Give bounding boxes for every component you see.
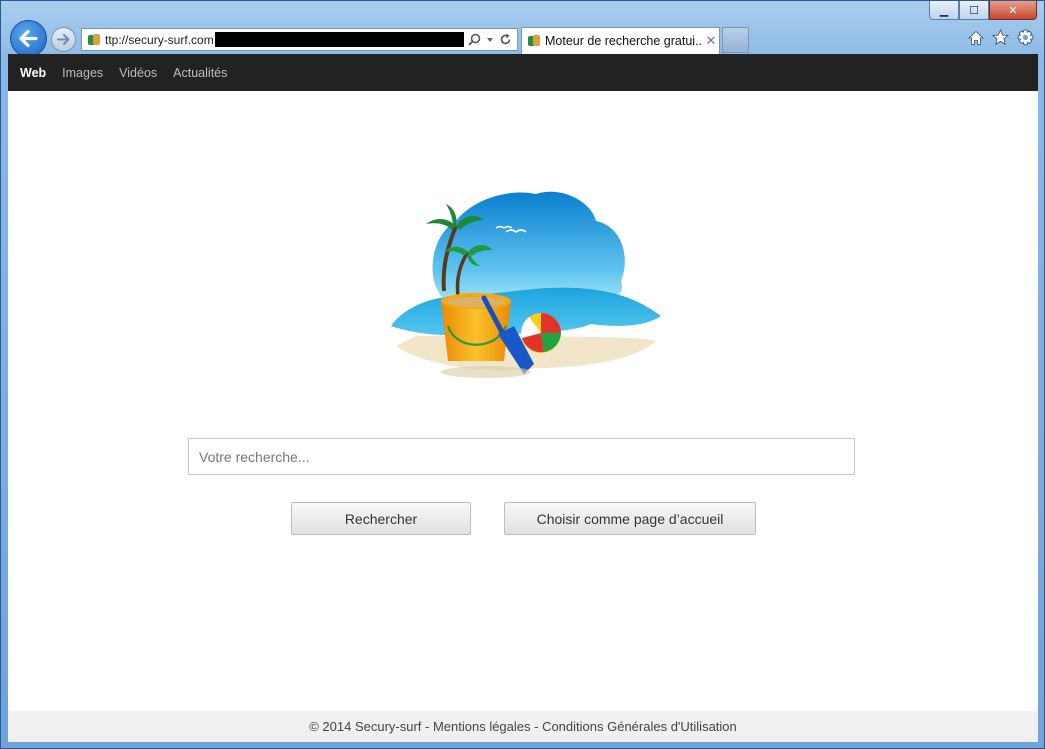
- nav-item-images[interactable]: Images: [62, 66, 103, 80]
- address-bar[interactable]: ttp://secury-surf.com: [81, 28, 518, 51]
- star-icon: [992, 29, 1009, 46]
- nav-item-videos[interactable]: Vidéos: [119, 66, 157, 80]
- top-navbar: Web Images Vidéos Actualités: [8, 54, 1038, 91]
- favorites-button[interactable]: [992, 29, 1009, 46]
- tab-title: Moteur de recherche gratui...: [545, 34, 703, 48]
- search-input[interactable]: [188, 438, 855, 475]
- page-content: Web Images Vidéos Actualités Votre reche…: [8, 54, 1038, 742]
- beach-logo-image: [391, 191, 661, 378]
- forward-arrow-icon: [57, 34, 70, 45]
- new-tab-button[interactable]: [722, 27, 749, 53]
- tab-favicon-icon: [528, 35, 540, 47]
- chevron-down-icon[interactable]: [486, 36, 494, 44]
- gear-icon: [1017, 29, 1034, 46]
- back-arrow-icon: [19, 29, 38, 48]
- close-window-button[interactable]: ✕: [989, 1, 1037, 20]
- home-icon: [967, 30, 984, 45]
- page-footer: © 2014 Secury-surf - Mentions légales - …: [8, 711, 1038, 742]
- tools-button[interactable]: [1017, 29, 1034, 46]
- maximize-button[interactable]: ☐: [959, 1, 989, 20]
- tab-active[interactable]: Moteur de recherche gratui... ✕: [521, 27, 720, 54]
- address-bar-icons: [468, 33, 517, 46]
- site-favicon-icon: [88, 33, 100, 46]
- search-button[interactable]: Rechercher: [291, 502, 471, 535]
- browser-tools: [967, 29, 1034, 46]
- nav-item-news[interactable]: Actualités: [173, 66, 227, 80]
- magnifier-icon[interactable]: [468, 33, 481, 46]
- address-url: ttp://secury-surf.com: [105, 32, 214, 47]
- forward-button[interactable]: [51, 27, 76, 52]
- window-caption-buttons: ▁ ☐ ✕: [929, 1, 1037, 20]
- browser-window: ▁ ☐ ✕ ttp://secury-surf.com Moteur de re…: [0, 0, 1045, 749]
- nav-item-web[interactable]: Web: [20, 66, 46, 80]
- set-homepage-button[interactable]: Choisir comme page d’accueil: [504, 502, 756, 535]
- home-button[interactable]: [967, 29, 984, 46]
- refresh-icon[interactable]: [499, 33, 512, 46]
- back-button[interactable]: [10, 20, 47, 57]
- minimize-button[interactable]: ▁: [929, 1, 959, 20]
- tab-close-icon[interactable]: ✕: [703, 33, 719, 49]
- redacted-url-block: [214, 32, 464, 47]
